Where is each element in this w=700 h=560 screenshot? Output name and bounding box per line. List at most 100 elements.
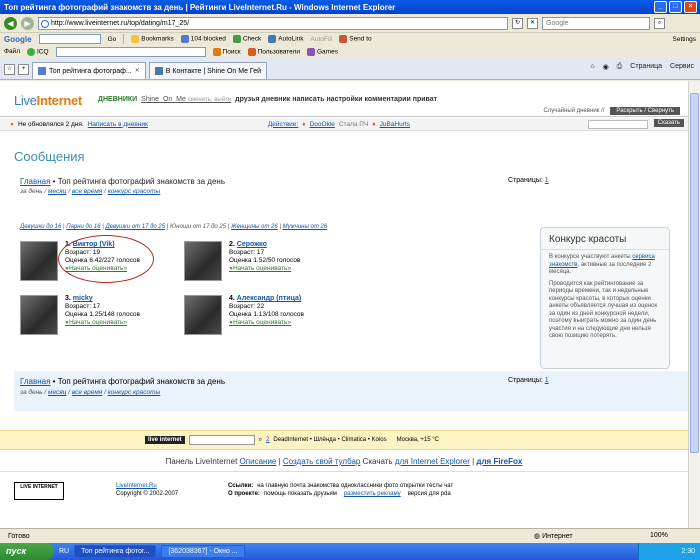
footer-links[interactable]: на главную почта знакомства одноклассник… — [257, 483, 453, 489]
home-link[interactable]: Главная — [20, 177, 50, 186]
blocked-popups[interactable]: 104 blocked — [180, 35, 226, 43]
icq-search-input[interactable] — [55, 46, 206, 57]
games-button[interactable]: Games — [307, 47, 338, 56]
page-menu[interactable]: Страница — [630, 63, 662, 71]
start-button[interactable]: пуск — [0, 543, 54, 560]
close-window-button[interactable]: × — [684, 1, 697, 13]
user-photo[interactable] — [20, 295, 58, 335]
create-toolbar-link[interactable]: Создать свой тулбар — [283, 457, 360, 466]
say-input[interactable] — [588, 120, 648, 129]
favorites-star-icon[interactable]: ☆ — [4, 64, 15, 75]
add-favorites-icon[interactable]: + — [18, 64, 29, 75]
footer-logo[interactable]: LIVE INTERNET — [14, 482, 64, 500]
taskbar-item-ie[interactable]: Топ рейтинга фотог... — [74, 545, 157, 558]
user-name-link[interactable]: Серожко — [237, 241, 267, 248]
user-photo[interactable] — [184, 295, 222, 335]
user-jubahurts-link[interactable]: JuBaHurts — [380, 121, 410, 128]
maximize-button[interactable]: □ — [669, 1, 682, 13]
games-icon — [307, 47, 315, 56]
user-name-link[interactable]: micky — [73, 295, 93, 302]
autolink-button[interactable]: AutoLink — [268, 35, 304, 43]
forward-button[interactable]: ▶ — [21, 16, 34, 30]
write-diary-link[interactable]: Написать в дневник — [88, 121, 148, 128]
taskbar-item-icq[interactable]: [362038367] - Окно ... — [161, 545, 245, 558]
minimize-button[interactable]: _ — [654, 1, 667, 13]
user-photo[interactable] — [20, 241, 58, 281]
users-button[interactable]: Пользователи — [247, 47, 300, 56]
print-icon[interactable]: ⎙ — [617, 63, 623, 71]
period-month-link[interactable]: месяц — [48, 389, 66, 396]
refresh-icon[interactable]: ↻ — [512, 17, 523, 29]
tab-vkontakte[interactable]: В Контакте | Shine On Me Гей — [148, 62, 268, 79]
icq-button[interactable]: ICQ — [26, 47, 49, 56]
autofill-button[interactable]: AutoFill — [311, 36, 333, 43]
search-input[interactable]: Google — [542, 16, 650, 30]
page-link[interactable]: 1 — [545, 377, 549, 384]
tab-top-rating[interactable]: Топ рейтинга фотограф... ✕ — [32, 62, 146, 79]
action-label[interactable]: Действие: — [268, 121, 298, 128]
back-button[interactable]: ◀ — [4, 16, 17, 30]
page-link[interactable]: 1 — [545, 177, 549, 184]
file-menu[interactable]: Файл — [4, 48, 20, 55]
weather-widget[interactable]: Москва, +15 °С — [397, 437, 439, 443]
close-tab-icon[interactable]: ✕ — [135, 64, 140, 79]
google-logo[interactable]: Google — [4, 35, 32, 44]
filter-girls-under-16[interactable]: Девушки до 16 — [20, 224, 61, 230]
home-icon[interactable]: ⌂ — [590, 63, 594, 71]
liveinternet-toolbar-promo: live internet ⌕ 2 DeadInternet • Шлёнда … — [0, 430, 688, 450]
language-indicator[interactable]: RU — [59, 548, 69, 555]
toolbar-num[interactable]: 2 — [266, 437, 269, 443]
user-dooolke-link[interactable]: DooOkle — [310, 121, 335, 128]
search-icon[interactable]: ⌕ — [654, 17, 665, 29]
nav-diaries[interactable]: ДНЕВНИКИ — [98, 96, 137, 103]
period-all-link[interactable]: все время — [72, 188, 102, 195]
user-photo[interactable] — [184, 241, 222, 281]
scrollbar-thumb[interactable] — [690, 93, 699, 453]
period-contest-link[interactable]: конкурс красоты — [108, 188, 161, 195]
tools-menu[interactable]: Сервис — [670, 63, 694, 71]
filter-men-26[interactable]: Мужчины от 26 — [283, 224, 328, 230]
start-rating-link[interactable]: Начать оценивать» — [229, 319, 304, 327]
filter-boys-under-16[interactable]: Парни до 16 — [66, 224, 100, 230]
toolbar-search-input[interactable] — [188, 435, 255, 445]
expand-collapse-button[interactable]: Раскрыть / Свернуть — [610, 107, 680, 115]
filter-women-26[interactable]: Женщины от 26 — [231, 224, 278, 230]
start-rating-link[interactable]: Начать оценивать» — [65, 319, 140, 327]
home-link[interactable]: Главная — [20, 377, 50, 386]
random-diary-link[interactable]: Случайный дневник // — [543, 108, 604, 114]
google-settings[interactable]: Settings — [673, 36, 697, 43]
go-button[interactable]: Go — [108, 36, 117, 43]
start-rating-link[interactable]: Начать оценивать» — [229, 265, 300, 273]
zoom-level[interactable]: 100% — [650, 532, 668, 539]
period-all-link[interactable]: все время — [72, 389, 102, 396]
bookmarks-menu[interactable]: Bookmarks — [131, 35, 174, 43]
toolbar-items[interactable]: DeadInternet • Шлёнда • Climatica • Kolo… — [273, 437, 386, 443]
send-to-button[interactable]: Send to — [339, 35, 372, 43]
site-link[interactable]: LiveInternet.Ru — [116, 482, 178, 490]
feeds-icon[interactable]: ◉ — [603, 63, 609, 71]
user-name-link[interactable]: Александр (птица) — [237, 295, 301, 302]
nav-username[interactable]: Shine_On_Me сменить, выйти — [141, 96, 231, 103]
say-button[interactable]: Сказать — [653, 119, 684, 127]
vertical-scrollbar[interactable] — [688, 81, 700, 528]
search-button[interactable]: Поиск — [212, 47, 241, 56]
period-month-link[interactable]: месяц — [48, 188, 66, 195]
stop-icon[interactable]: ✕ — [527, 17, 538, 29]
period-contest-link[interactable]: конкурс красоты — [108, 389, 161, 396]
pda-link[interactable]: версия для pda — [408, 491, 451, 497]
google-search-input[interactable] — [38, 34, 101, 44]
ads-link[interactable]: разместить рекламу — [344, 491, 401, 497]
autolink-icon — [268, 35, 277, 43]
nav-links[interactable]: друзья дневник написать настройки коммен… — [235, 96, 437, 103]
filter-girls-17-25[interactable]: Девушки от 17 до 25 — [105, 224, 165, 230]
liveinternet-logo[interactable]: LiveInternet — [14, 93, 82, 108]
firefox-download-link[interactable]: для FireFox — [476, 457, 522, 466]
footer-project-links[interactable]: помощь показать друзьям — [264, 491, 337, 497]
search-icon[interactable]: ⌕ — [259, 437, 262, 444]
liveinternet-badge[interactable]: live internet — [145, 436, 185, 444]
check-button[interactable]: Check — [232, 35, 261, 43]
url-input[interactable]: http://www.liveinternet.ru/top/dating/m1… — [38, 16, 508, 30]
pagination-bottom: Страницы: 1 — [508, 377, 549, 384]
description-link[interactable]: Описание — [240, 457, 277, 466]
ie-download-link[interactable]: для Internet Explorer — [395, 457, 470, 466]
